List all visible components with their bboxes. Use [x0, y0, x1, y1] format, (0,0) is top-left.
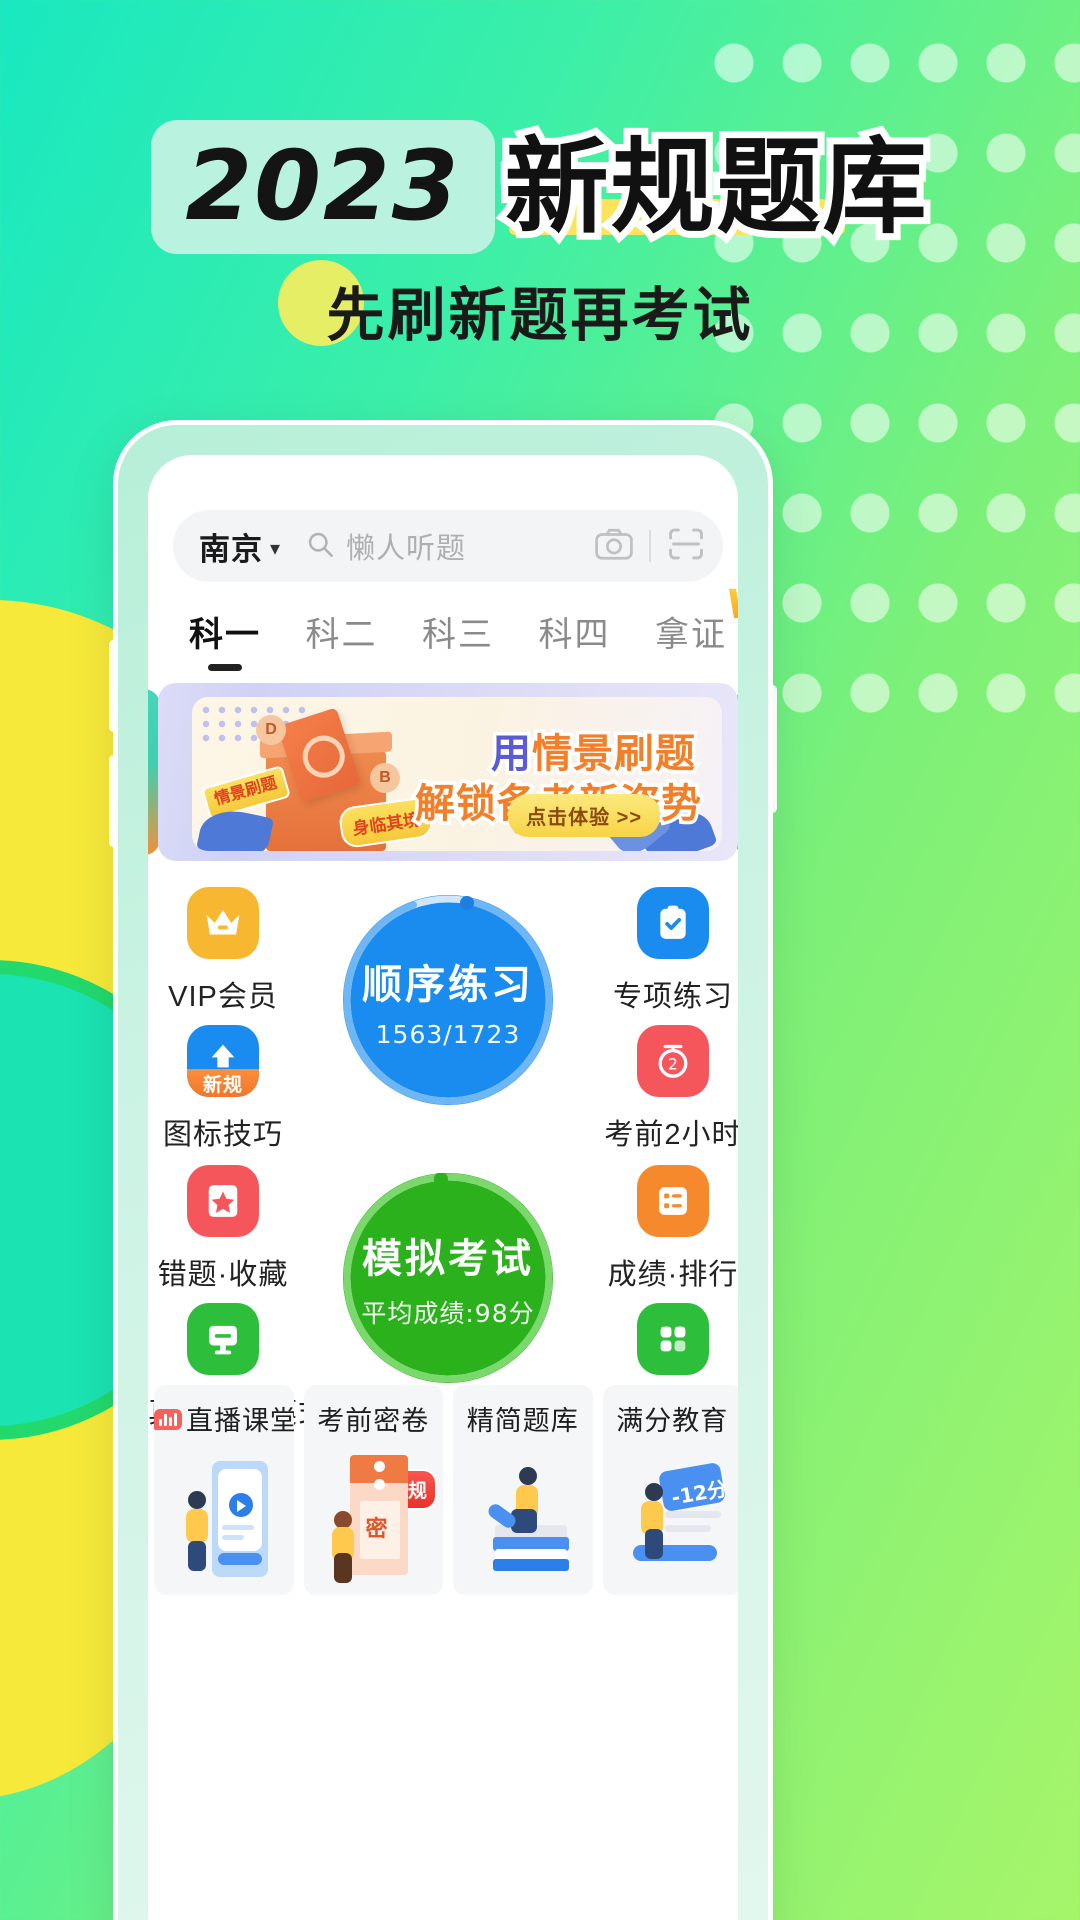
timer-icon: 2	[637, 1025, 709, 1097]
feature-icon-skills[interactable]: 新规 图标技巧	[148, 1025, 298, 1153]
phone-volume-up-button	[109, 640, 118, 732]
feature-label: 错题·收藏	[157, 1259, 289, 1291]
feature-label: 考前2小时	[604, 1119, 738, 1151]
tab-ke-san[interactable]: 科三	[403, 607, 513, 656]
phone-power-button	[768, 685, 777, 813]
feature-label: 成绩·排行	[607, 1259, 738, 1291]
card-illustration: -12分	[603, 1449, 739, 1589]
mock-exam-progress-ring	[343, 1173, 553, 1383]
sequential-practice-progress-ring	[343, 895, 553, 1105]
banner-bubble-b: B	[370, 763, 400, 793]
divider	[649, 530, 651, 562]
banner-cta-button[interactable]: 点击体验 >>	[508, 794, 660, 837]
phone-volume-down-button	[109, 755, 118, 847]
feature-vip-member[interactable]: VIP会员	[148, 887, 298, 1015]
sequential-practice-progress: 1563/1723	[375, 1019, 521, 1049]
arrow-up-icon: 新规	[187, 1025, 259, 1097]
sequential-practice-button[interactable]: 顺序练习 1563/1723	[343, 895, 553, 1105]
card-title-row: 直播课堂	[154, 1399, 294, 1438]
card-title: 满分教育	[616, 1406, 729, 1436]
chevron-down-icon[interactable]: ▾	[270, 536, 280, 561]
banner-carousel[interactable]: 元宵开学 D B 情景刷题 身临其境 用情景刷题	[148, 683, 738, 861]
mock-exam-button[interactable]: 模拟考试 平均成绩:98分	[343, 1173, 553, 1383]
tab-active-underline	[208, 664, 242, 671]
promo-headline: 2023 新规题库	[0, 120, 1080, 254]
mock-exam-average-score: 平均成绩:98分	[361, 1299, 535, 1328]
search-input-placeholder[interactable]: 懒人听题	[346, 525, 466, 567]
phone-screen: 南京 ▾ 懒人听题 科一 科二 科三 科四 拿证 D B 情景刷题 身临其境 用…	[148, 455, 738, 1920]
list-icon	[637, 1165, 709, 1237]
tab-label: 科四	[538, 616, 611, 654]
feature-wrong-favorites[interactable]: 错题·收藏	[148, 1165, 298, 1293]
tab-ke-yi[interactable]: 科一	[170, 607, 280, 671]
tab-label: 拿证	[655, 616, 727, 654]
card-live-class[interactable]: 直播课堂	[154, 1385, 294, 1595]
feature-grid: VIP会员 新规 图标技巧 错题·收藏 专项练习 2 考前2小时 成绩·排行 顺…	[148, 887, 738, 1429]
promo-subhead-text: 先刷新题再考试	[326, 281, 754, 349]
tab-label: 科一	[189, 616, 261, 654]
camera-icon[interactable]	[595, 528, 633, 565]
feature-label: 图标技巧	[162, 1119, 283, 1151]
card-title: 精简题库	[466, 1406, 579, 1436]
feature-score-ranking[interactable]: 成绩·排行	[598, 1165, 738, 1293]
promo-headline-cn-wrap: 新规题库	[498, 126, 934, 248]
live-icon	[154, 1409, 182, 1430]
subject-tabs: 科一 科二 科三 科四 拿证	[170, 607, 738, 671]
search-bar-actions	[595, 527, 705, 566]
promo-banner[interactable]: D B 情景刷题 身临其境 用情景刷题 解锁备考新姿势	[158, 683, 738, 861]
promo-headline-text: 新规题库	[498, 126, 934, 248]
tab-ke-si[interactable]: 科四	[520, 607, 630, 656]
promo-banner-inner: D B 情景刷题 身临其境 用情景刷题 解锁备考新姿势	[192, 697, 722, 851]
crown-icon	[187, 887, 259, 959]
clipboard-check-icon	[637, 887, 709, 959]
tab-na-zheng[interactable]: 拿证	[636, 607, 738, 656]
card-title: 考前密卷	[317, 1406, 430, 1436]
tab-ke-er[interactable]: 科二	[287, 607, 397, 656]
banner-bubble-d: D	[256, 715, 286, 745]
phone-mockup: 南京 ▾ 懒人听题 科一 科二 科三 科四 拿证 D B 情景刷题 身临其境 用…	[109, 420, 777, 1920]
entry-cards: 直播课堂 考前密卷 新规 密 精简题库 满分教育 -12分	[154, 1385, 738, 1595]
new-regulation-badge: 新规	[187, 1069, 259, 1097]
promo-subhead: 先刷新题再考试	[0, 260, 1080, 352]
city-selector-label[interactable]: 南京	[199, 524, 263, 569]
card-simplified-question-bank[interactable]: 精简题库	[453, 1385, 593, 1595]
star-card-icon	[187, 1165, 259, 1237]
card-exam-secret-papers[interactable]: 考前密卷 新规 密	[303, 1385, 444, 1595]
feature-label: VIP会员	[168, 981, 278, 1013]
grid-icon	[637, 1303, 709, 1375]
card-illustration	[453, 1449, 593, 1589]
monitor-icon	[187, 1303, 259, 1375]
tab-label: 科三	[422, 616, 494, 654]
feature-special-practice[interactable]: 专项练习	[598, 887, 738, 1015]
card-illustration	[154, 1449, 294, 1589]
promo-year-chip: 2023	[151, 120, 495, 254]
scan-icon[interactable]	[667, 527, 705, 566]
search-bar[interactable]: 南京 ▾ 懒人听题	[173, 510, 738, 628]
search-icon	[306, 530, 334, 563]
card-illustration: 密	[304, 1449, 444, 1589]
tab-label: 科二	[305, 616, 378, 654]
svg-text:2: 2	[668, 1056, 678, 1074]
card-full-score-education[interactable]: 满分教育 -12分	[602, 1385, 739, 1595]
card-title: 直播课堂	[186, 1406, 294, 1436]
feature-two-hours-before-exam[interactable]: 2 考前2小时	[598, 1025, 738, 1153]
feature-label: 专项练习	[612, 981, 733, 1013]
